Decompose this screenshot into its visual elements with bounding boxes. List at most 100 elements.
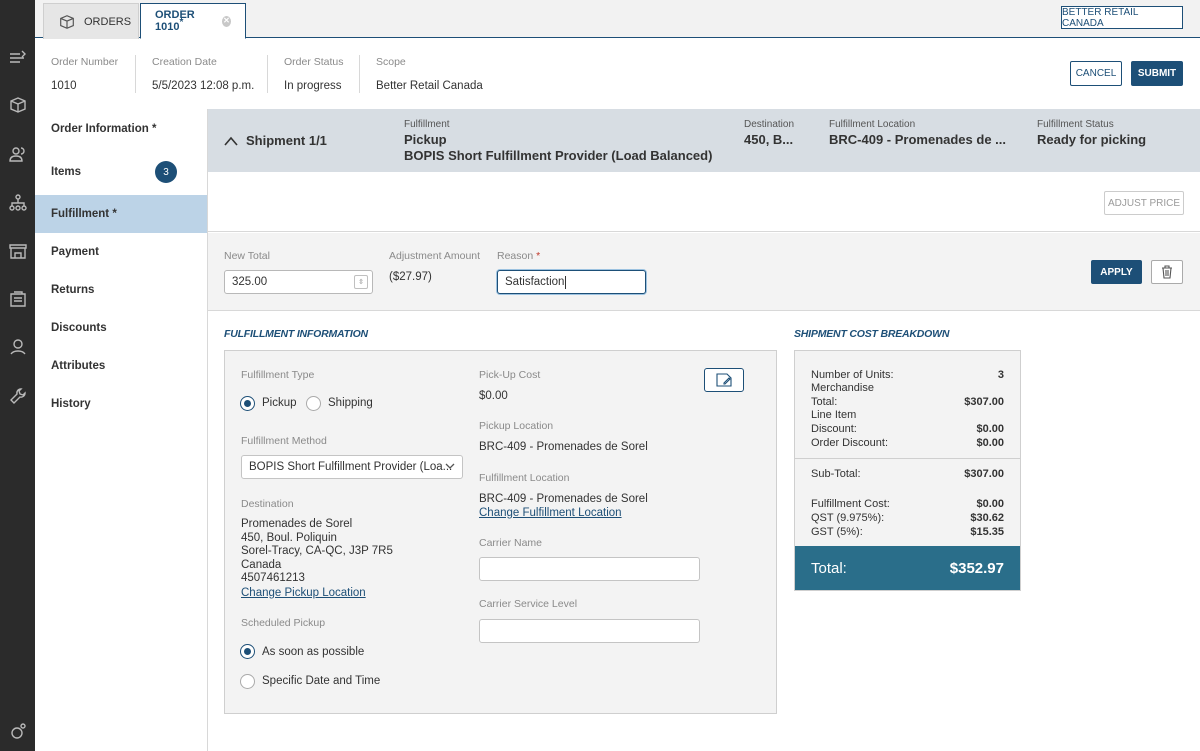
divider (359, 55, 360, 93)
fulfillment-location-value: BRC-409 - Promenades de Sorel (479, 493, 648, 505)
sidebar-item-items[interactable]: Items 3 (35, 149, 207, 195)
tab-orders-label: ORDERS (84, 15, 132, 28)
change-pickup-location-link[interactable]: Change Pickup Location (241, 587, 366, 599)
carrier-service-input[interactable] (479, 619, 700, 643)
shipment-cost-breakdown: Number of Units: 3 Merchandise Total: $307… (794, 350, 1021, 591)
apply-button[interactable]: APPLY (1091, 260, 1142, 284)
pickup-cost-value: $0.00 (479, 390, 508, 402)
line-item-label-row: Line Item (811, 409, 857, 421)
catalog-icon[interactable] (0, 286, 35, 312)
sidebar-item-returns[interactable]: Returns (35, 271, 207, 309)
sidebar-item-attributes[interactable]: Attributes (35, 347, 207, 385)
sidebar-item-fulfillment[interactable]: Fulfillment * (35, 195, 207, 233)
shipment-toggle[interactable]: Shipment 1/1 (224, 133, 327, 148)
sidebar-item-payment[interactable]: Payment (35, 233, 207, 271)
sidebar-item-discounts[interactable]: Discounts (35, 309, 207, 347)
reason-input[interactable]: Satisfaction (497, 270, 646, 294)
tab-bar: ORDERS ORDER 1010* ✕ (35, 0, 1200, 39)
shipment-location: Fulfillment Location BRC-409 - Promenade… (829, 119, 1006, 147)
cancel-button[interactable]: CANCEL (1070, 61, 1122, 86)
pickup-cost-label: Pick-Up Cost (479, 369, 541, 381)
customers-icon[interactable] (0, 141, 35, 167)
promotions-icon[interactable] (0, 334, 35, 360)
qst-row: QST (9.975%): $30.62 (811, 512, 1004, 524)
radio-asap[interactable] (240, 644, 255, 659)
hierarchy-icon[interactable] (0, 190, 35, 216)
order-info-bar: Order Number 1010 Creation Date 5/5/2023… (35, 39, 1200, 109)
reason-label: Reason * (497, 250, 541, 262)
total-row: Total: $352.97 (795, 546, 1020, 590)
box-icon[interactable] (0, 92, 35, 118)
fulfillment-info-panel: Fulfillment Type Pickup Shipping Fulfill… (224, 350, 777, 714)
fulfillment-info-title: FULFILLMENT INFORMATION (224, 328, 368, 340)
subtotal-row: Sub-Total: $307.00 (811, 468, 1004, 480)
shipment-header[interactable]: Shipment 1/1 Fulfillment Pickup BOPIS Sh… (208, 109, 1200, 172)
order-number: Order Number 1010 (51, 56, 119, 92)
fulfillment-method-label: Fulfillment Method (241, 435, 327, 447)
merchandise-row: Total: $307.00 (811, 396, 1004, 408)
wrench-icon[interactable] (0, 383, 35, 409)
radio-shipping[interactable] (306, 396, 321, 411)
cost-breakdown-title: SHIPMENT COST BREAKDOWN (794, 328, 950, 340)
modified-mark: * (179, 17, 184, 28)
order-status: Order Status In progress (284, 56, 344, 92)
destination-label: Destination (241, 498, 294, 510)
order-scope: Scope Better Retail Canada (376, 56, 483, 92)
expand-menu-icon[interactable] (0, 45, 35, 71)
asap-option-label: As soon as possible (262, 646, 365, 658)
chevron-up-icon (224, 136, 238, 146)
specific-date-option-label: Specific Date and Time (262, 675, 381, 687)
edit-note-icon[interactable] (704, 368, 744, 392)
order-sidenav: Order Information * Items 3 Fulfillment … (35, 109, 208, 751)
fulfillment-cost-row: Fulfillment Cost: $0.00 (811, 498, 1004, 510)
carrier-service-label: Carrier Service Level (479, 598, 578, 610)
brand-logo-icon[interactable] (0, 718, 35, 744)
fulfillment-method-select[interactable]: BOPIS Short Fulfillment Provider (Loa... (241, 455, 463, 479)
carrier-name-label: Carrier Name (479, 537, 543, 549)
app-rail (0, 0, 35, 751)
pickup-location-label: Pickup Location (479, 420, 554, 432)
shipment-title: Shipment 1/1 (246, 133, 327, 148)
new-total-input[interactable]: 325.00 ⇳ (224, 270, 373, 294)
scheduled-pickup-label: Scheduled Pickup (241, 617, 326, 629)
merchandise-label-row: Merchandise (811, 382, 874, 394)
submit-button[interactable]: SUBMIT (1131, 61, 1183, 86)
store-icon[interactable] (0, 238, 35, 264)
scope-button[interactable]: BETTER RETAIL CANADA (1061, 6, 1183, 29)
shipment-fulfillment: Fulfillment Pickup BOPIS Short Fulfillme… (404, 119, 713, 163)
adjust-price-button[interactable]: ADJUST PRICE (1104, 191, 1184, 215)
pickup-location-value: BRC-409 - Promenades de Sorel (479, 441, 648, 453)
sidebar-item-order-information[interactable]: Order Information * (35, 109, 207, 149)
change-fulfillment-location-link[interactable]: Change Fulfillment Location (479, 507, 622, 519)
close-tab-icon[interactable]: ✕ (221, 15, 231, 27)
shipment-status: Fulfillment Status Ready for picking (1037, 119, 1147, 147)
sidebar-item-history[interactable]: History (35, 385, 207, 423)
items-count-badge: 3 (155, 161, 177, 183)
box-icon (58, 13, 76, 31)
units-row: Number of Units: 3 (811, 369, 1004, 381)
chevron-down-icon (445, 463, 455, 470)
tab-order-1010[interactable]: ORDER 1010* ✕ (140, 3, 246, 39)
trash-icon[interactable] (1151, 260, 1183, 284)
tab-orders[interactable]: ORDERS (43, 3, 139, 39)
line-item-discount-row: Discount: $0.00 (811, 423, 1004, 435)
adjustment-amount: ($27.97) (389, 271, 432, 283)
fulfillment-location-label: Fulfillment Location (479, 472, 570, 484)
divider (135, 55, 136, 93)
divider (795, 458, 1020, 459)
creation-date: Creation Date 5/5/2023 12:08 p.m. (152, 56, 255, 92)
adjustment-amount-label: Adjustment Amount (389, 250, 481, 262)
tab-order-label: ORDER 1010* (155, 9, 195, 33)
radio-pickup[interactable] (240, 396, 255, 411)
adjust-price-band: ADJUST PRICE (208, 172, 1200, 232)
price-adjustment-panel: New Total 325.00 ⇳ Adjustment Amount ($2… (208, 233, 1200, 311)
shipping-option-label: Shipping (328, 397, 373, 409)
stepper-icon[interactable]: ⇳ (354, 275, 368, 289)
order-discount-row: Order Discount: $0.00 (811, 437, 1004, 449)
carrier-name-input[interactable] (479, 557, 700, 581)
radio-specific-date[interactable] (240, 674, 255, 689)
divider (267, 55, 268, 93)
new-total-label: New Total (224, 250, 270, 262)
fulfillment-type-label: Fulfillment Type (241, 369, 315, 381)
gst-row: GST (5%): $15.35 (811, 526, 1004, 538)
